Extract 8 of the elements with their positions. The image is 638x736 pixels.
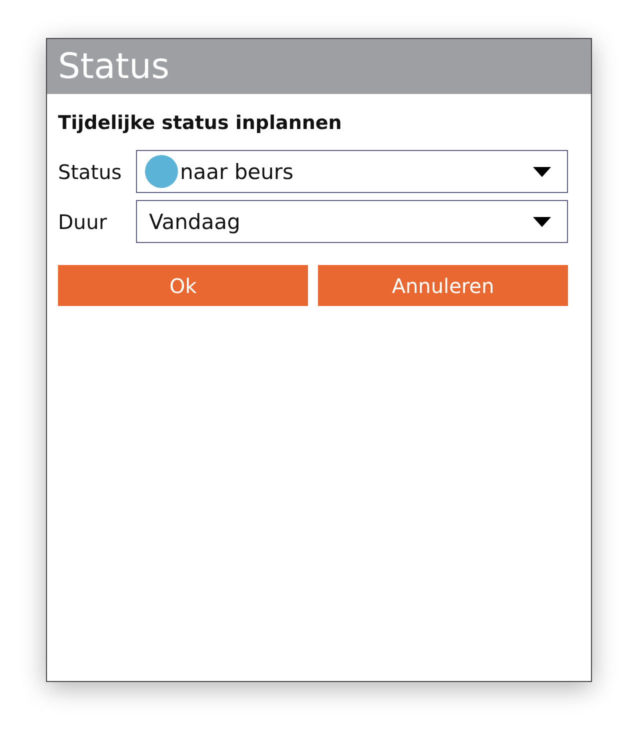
caret-icon [533,166,551,176]
field-label: Duur [58,210,108,234]
dropdown[interactable]: Vandaag [136,200,568,243]
caret-icon [533,216,551,226]
field-label: Status [58,160,123,184]
form-heading: Tijdelijke status inplannen [58,112,343,134]
dropdown[interactable]: naar beurs [136,150,568,193]
window-title: Status [58,46,170,86]
